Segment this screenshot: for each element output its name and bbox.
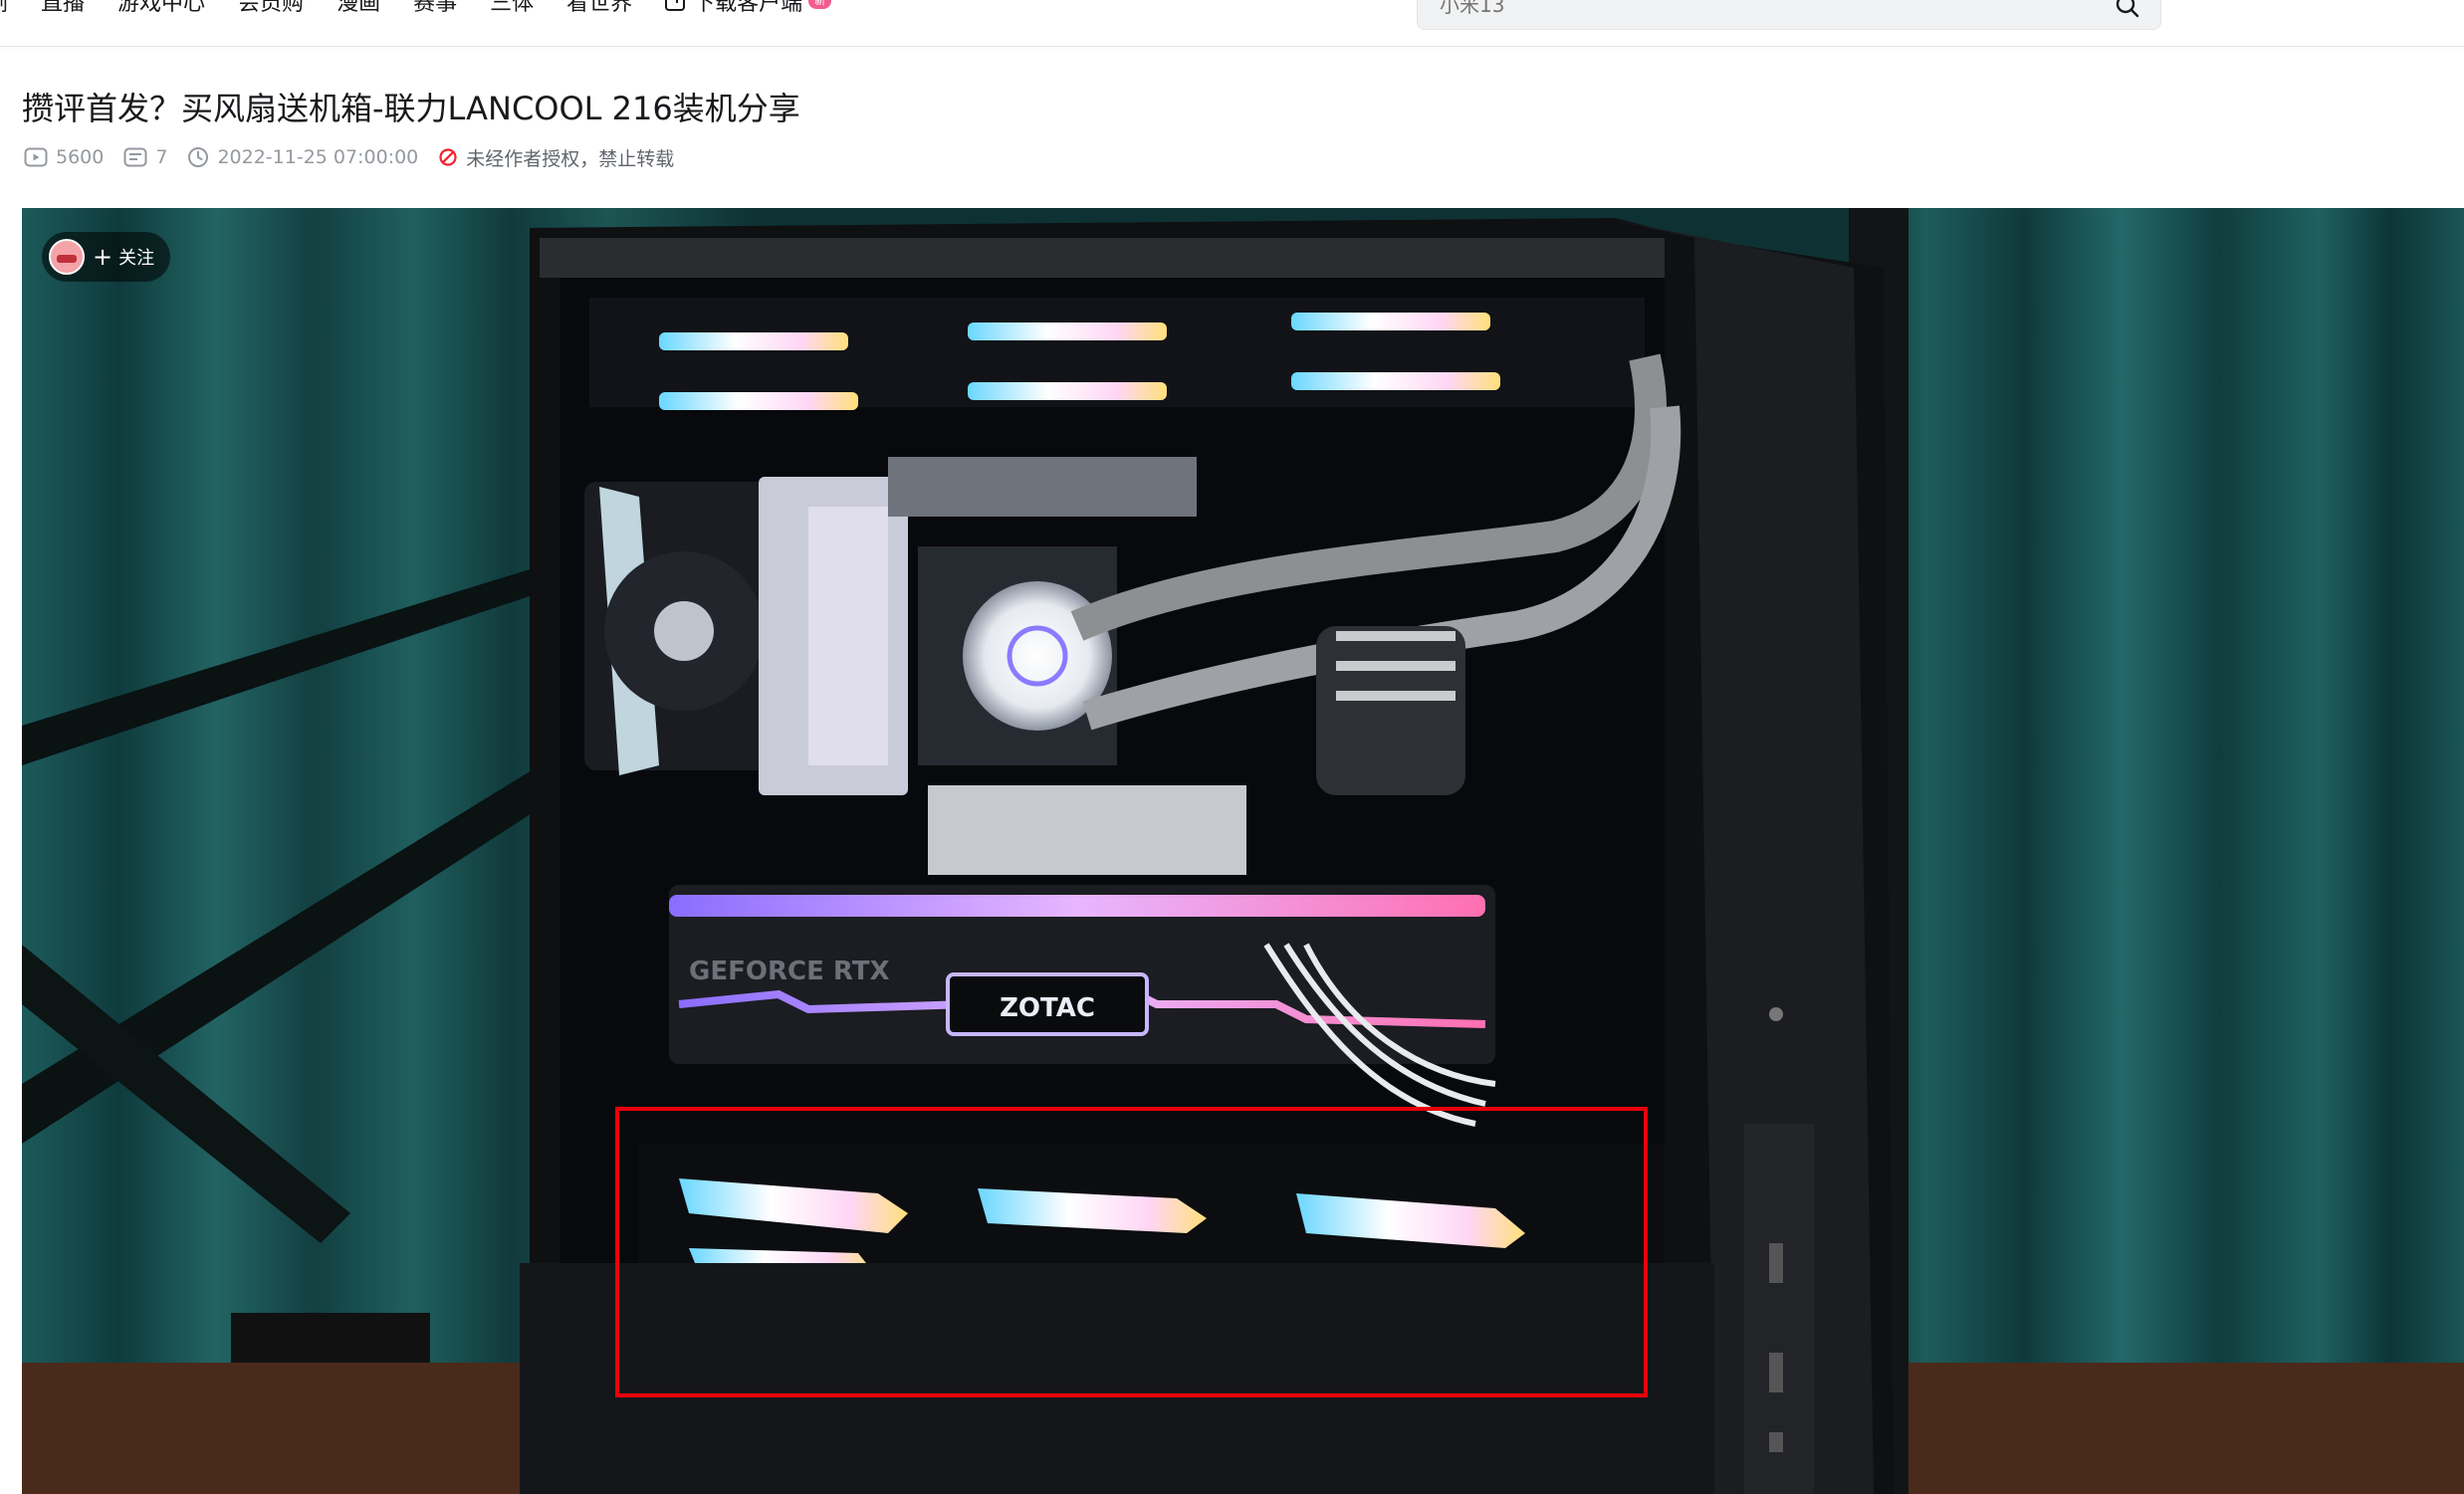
- download-client-label: 下载客户端: [693, 0, 803, 16]
- video-player[interactable]: ZOTAC GEFORCE RTX + 关注: [22, 208, 2464, 1494]
- search-bar: [1417, 0, 2161, 30]
- nav-item-game-center[interactable]: 游戏中心: [117, 0, 205, 17]
- nav-item-comics[interactable]: 漫画: [336, 0, 380, 17]
- download-icon: [665, 0, 686, 11]
- copyright-notice: 未经作者授权，禁止转载: [438, 144, 674, 171]
- plus-icon: +: [93, 243, 113, 271]
- play-count-icon: [24, 147, 48, 167]
- view-count: 5600: [24, 146, 104, 168]
- comment-count-value: 7: [155, 146, 168, 168]
- video-meta: 5600 7 2022-11-25 07:00:00 未经作者授权，禁止转载: [24, 144, 694, 171]
- gpu-brand-text: ZOTAC: [1000, 993, 1095, 1023]
- uploader-avatar: [49, 239, 85, 275]
- publish-time: 2022-11-25 07:00:00: [187, 146, 418, 168]
- copyright-notice-text: 未经作者授权，禁止转载: [466, 147, 675, 170]
- clock-icon: [188, 147, 209, 167]
- nav-item-drama[interactable]: 剧: [0, 0, 8, 17]
- nav-menu: 剧 直播 游戏中心 会员购 漫画 赛事 三体 看世界 下载客户端 新: [0, 0, 864, 16]
- gpu-model-text: GEFORCE RTX: [689, 957, 890, 986]
- search-input[interactable]: [1438, 0, 2059, 21]
- nav-item-events[interactable]: 赛事: [413, 0, 457, 17]
- top-navigation-bar: 剧 直播 游戏中心 会员购 漫画 赛事 三体 看世界 下载客户端 新: [0, 0, 2464, 47]
- download-client-link[interactable]: 下载客户端 新: [665, 0, 832, 17]
- nav-item-three-body[interactable]: 三体: [490, 0, 534, 17]
- publish-time-value: 2022-11-25 07:00:00: [217, 146, 419, 168]
- comment-count: 7: [123, 146, 167, 168]
- view-count-value: 5600: [56, 146, 105, 168]
- follow-label: 关注: [118, 248, 155, 269]
- new-badge: 新: [808, 0, 832, 9]
- danmaku-icon: [123, 147, 147, 167]
- video-title: 攒评首发？买风扇送机箱-联力LANCOOL 216装机分享: [22, 90, 800, 127]
- follow-button[interactable]: + 关注: [42, 232, 171, 282]
- video-frame: ZOTAC GEFORCE RTX: [22, 208, 2464, 1494]
- nav-item-world[interactable]: 看世界: [566, 0, 632, 17]
- forbidden-icon: [439, 148, 457, 166]
- nav-item-live[interactable]: 直播: [41, 0, 85, 17]
- nav-item-member-shop[interactable]: 会员购: [238, 0, 304, 17]
- search-icon[interactable]: [2113, 0, 2142, 21]
